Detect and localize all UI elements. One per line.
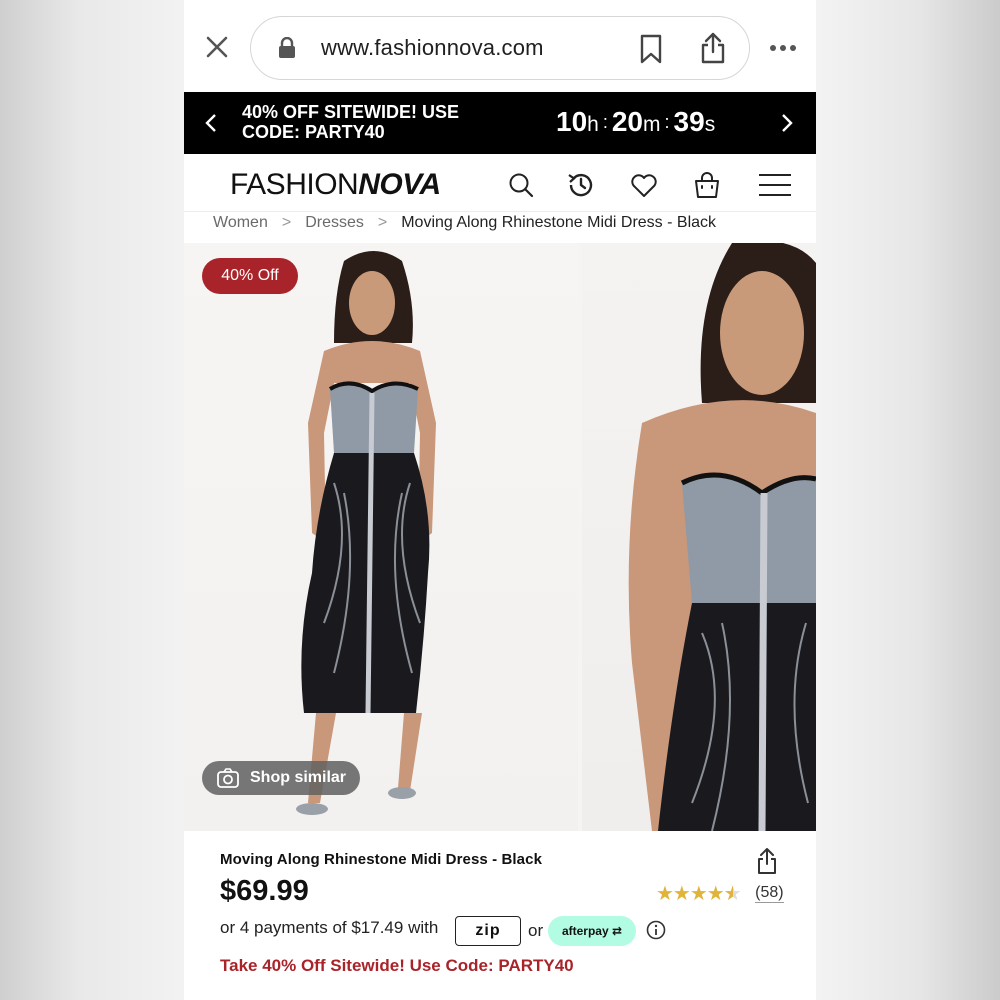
timer-separator: :: [602, 112, 608, 132]
bookmark-icon[interactable]: [639, 34, 663, 64]
chevron-left-icon[interactable]: [204, 112, 218, 134]
promo-banner: 40% OFF SITEWIDE! USE CODE: PARTY40 10h:…: [184, 92, 816, 154]
url-text: www.fashionnova.com: [321, 35, 544, 60]
breadcrumb-current: Moving Along Rhinestone Midi Dress - Bla…: [401, 214, 717, 231]
star-rating-icon: ★★★★★: [656, 881, 742, 906]
afterpay-label: afterpay: [561, 924, 609, 938]
product-rating[interactable]: ★★★★★ (58): [656, 881, 784, 906]
countdown-timer: 10h:20m:39s: [556, 106, 715, 138]
breadcrumb-women[interactable]: Women: [213, 214, 268, 231]
product-info: Moving Along Rhinestone Midi Dress - Bla…: [184, 831, 816, 1000]
chevron-right-icon[interactable]: [780, 112, 794, 134]
timer-minutes-unit: m: [643, 113, 661, 136]
logo-bold-text: NOVA: [358, 168, 441, 201]
product-image-front[interactable]: 40% Off Shop similar: [184, 243, 578, 831]
menu-icon[interactable]: [758, 170, 792, 200]
breadcrumb-separator: >: [377, 214, 388, 231]
timer-hours: 10: [556, 106, 588, 137]
timer-minutes: 20: [611, 106, 644, 137]
timer-separator: :: [664, 112, 670, 132]
info-icon[interactable]: [646, 920, 666, 940]
review-count[interactable]: (58): [755, 884, 784, 903]
installment-text: or 4 payments of $17.49 with: [220, 918, 439, 937]
or-text: or: [528, 921, 544, 940]
product-gallery[interactable]: 40% Off Shop similar: [184, 243, 816, 831]
fashion-nova-logo[interactable]: FASHIONNOVA: [230, 168, 441, 202]
timer-seconds-unit: s: [704, 113, 716, 136]
search-icon[interactable]: [506, 170, 536, 200]
breadcrumb-separator: >: [281, 214, 292, 231]
breadcrumb: Women > Dresses > Moving Along Rhinestone Mi…: [213, 214, 716, 232]
product-price: $69.99: [220, 875, 309, 907]
shopping-bag-icon[interactable]: [692, 170, 722, 200]
sitewide-promo-text: Take 40% Off Sitewide! Use Code: PARTY40: [220, 956, 574, 975]
shop-similar-button[interactable]: Shop similar: [202, 761, 360, 795]
close-icon[interactable]: [202, 32, 232, 62]
breadcrumb-dresses[interactable]: Dresses: [305, 214, 364, 231]
site-header: FASHIONNOVA: [184, 154, 816, 212]
timer-hours-unit: h: [587, 113, 599, 136]
product-title: Moving Along Rhinestone Midi Dress - Bla…: [220, 851, 543, 868]
camera-icon: [217, 768, 239, 788]
model-figure-closeup: [628, 243, 816, 831]
share-icon[interactable]: [756, 847, 778, 875]
promo-banner-text[interactable]: 40% OFF SITEWIDE! USE CODE: PARTY40: [242, 102, 502, 142]
discount-badge: 40% Off: [202, 258, 298, 294]
browser-toolbar: www.fashionnova.com: [184, 0, 816, 92]
model-figure-full: [296, 251, 436, 815]
timer-seconds: 39: [673, 106, 705, 137]
lock-icon: [279, 37, 295, 58]
more-options-icon[interactable]: [768, 36, 798, 60]
phone-screen: www.fashionnova.com 40% OFF SITEWIDE! US…: [184, 0, 816, 1000]
heart-icon[interactable]: [629, 170, 659, 200]
address-bar[interactable]: www.fashionnova.com: [250, 16, 750, 80]
zip-badge[interactable]: zip: [455, 916, 521, 946]
shop-similar-label: Shop similar: [250, 769, 347, 786]
share-icon[interactable]: [699, 31, 727, 65]
logo-light-text: FASHION: [230, 168, 359, 201]
afterpay-badge[interactable]: afterpay ⇄: [548, 916, 636, 946]
history-icon[interactable]: [566, 170, 596, 200]
product-image-closeup[interactable]: [582, 243, 816, 831]
